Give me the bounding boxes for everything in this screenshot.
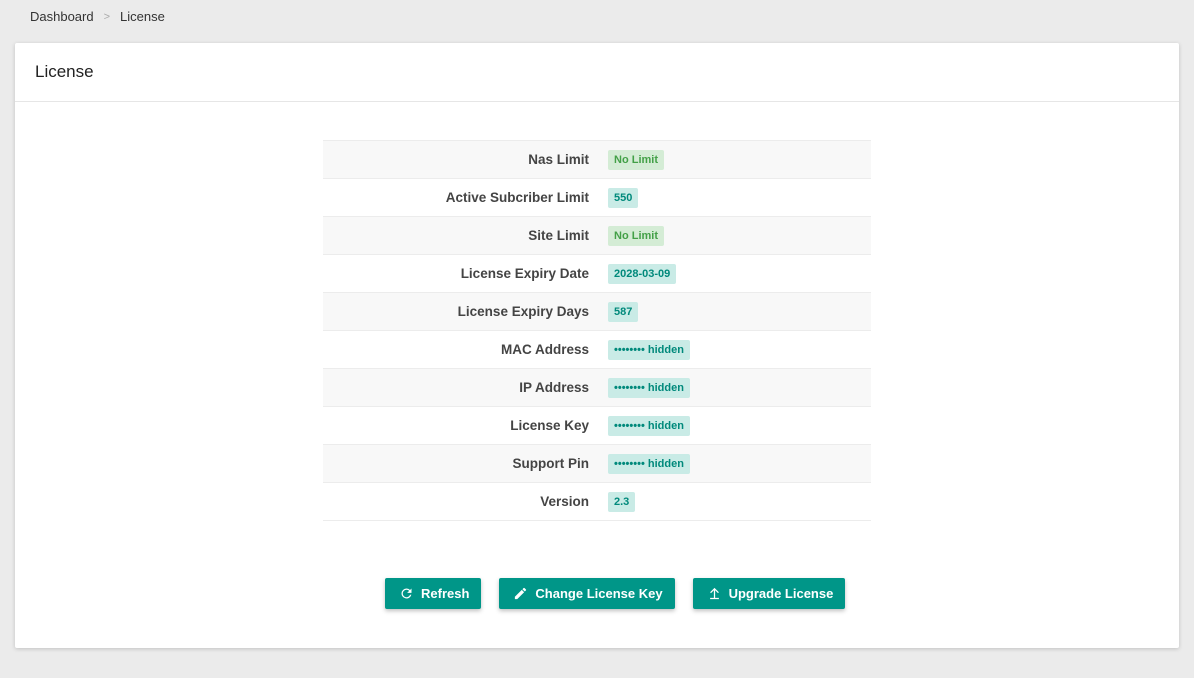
card-header: License [15, 43, 1179, 102]
table-row: Support Pin •••••••• hidden [323, 444, 871, 483]
row-label: License Expiry Days [457, 304, 589, 319]
row-label: License Key [510, 418, 589, 433]
table-row: License Expiry Days 587 [323, 292, 871, 331]
breadcrumb-separator: > [103, 10, 111, 23]
change-license-key-button-label: Change License Key [535, 586, 663, 601]
change-license-key-button[interactable]: Change License Key [499, 578, 675, 609]
table-row: License Key •••••••• hidden [323, 406, 871, 445]
table-row: IP Address •••••••• hidden [323, 368, 871, 407]
breadcrumb: Dashboard > License [30, 9, 165, 24]
refresh-button[interactable]: Refresh [385, 578, 482, 609]
row-label: Site Limit [528, 228, 589, 243]
refresh-button-label: Refresh [421, 586, 470, 601]
status-badge: No Limit [608, 149, 664, 170]
row-label: Nas Limit [528, 152, 589, 167]
row-label: License Expiry Date [460, 266, 589, 281]
table-row: Site Limit No Limit [323, 216, 871, 255]
row-label: IP Address [519, 380, 589, 395]
breadcrumb-current: License [120, 9, 165, 24]
upgrade-license-button-label: Upgrade License [728, 586, 834, 601]
row-label: Support Pin [512, 456, 590, 471]
table-row: Version 2.3 [323, 482, 871, 521]
status-badge: •••••••• hidden [608, 415, 690, 436]
upgrade-license-button[interactable]: Upgrade License [692, 578, 846, 609]
row-label: Active Subcriber Limit [445, 190, 589, 205]
pencil-icon [515, 587, 527, 600]
breadcrumb-dashboard-link[interactable]: Dashboard [30, 9, 94, 24]
status-badge: 2028-03-09 [608, 263, 677, 284]
row-label: MAC Address [500, 342, 589, 357]
license-card: License Nas Limit No Limit Active Subcri… [15, 43, 1179, 648]
status-badge: •••••••• hidden [608, 453, 690, 474]
status-badge: No Limit [608, 225, 664, 246]
table-row: Nas Limit No Limit [323, 140, 871, 179]
status-badge: •••••••• hidden [608, 339, 690, 360]
license-info-table: Nas Limit No Limit Active Subcriber Limi… [323, 140, 871, 521]
status-badge: 587 [608, 301, 639, 322]
refresh-icon [401, 588, 412, 599]
table-row: License Expiry Date 2028-03-09 [323, 254, 871, 293]
status-badge: •••••••• hidden [608, 377, 690, 398]
table-row: MAC Address •••••••• hidden [323, 330, 871, 369]
action-buttons: Refresh Change License Key Upgrade Licen… [385, 578, 846, 609]
status-badge: 550 [608, 187, 639, 208]
upload-icon [709, 587, 719, 600]
page-title: License [35, 62, 94, 81]
row-label: Version [540, 494, 589, 509]
table-row: Active Subcriber Limit 550 [323, 178, 871, 217]
status-badge: 2.3 [608, 491, 636, 512]
